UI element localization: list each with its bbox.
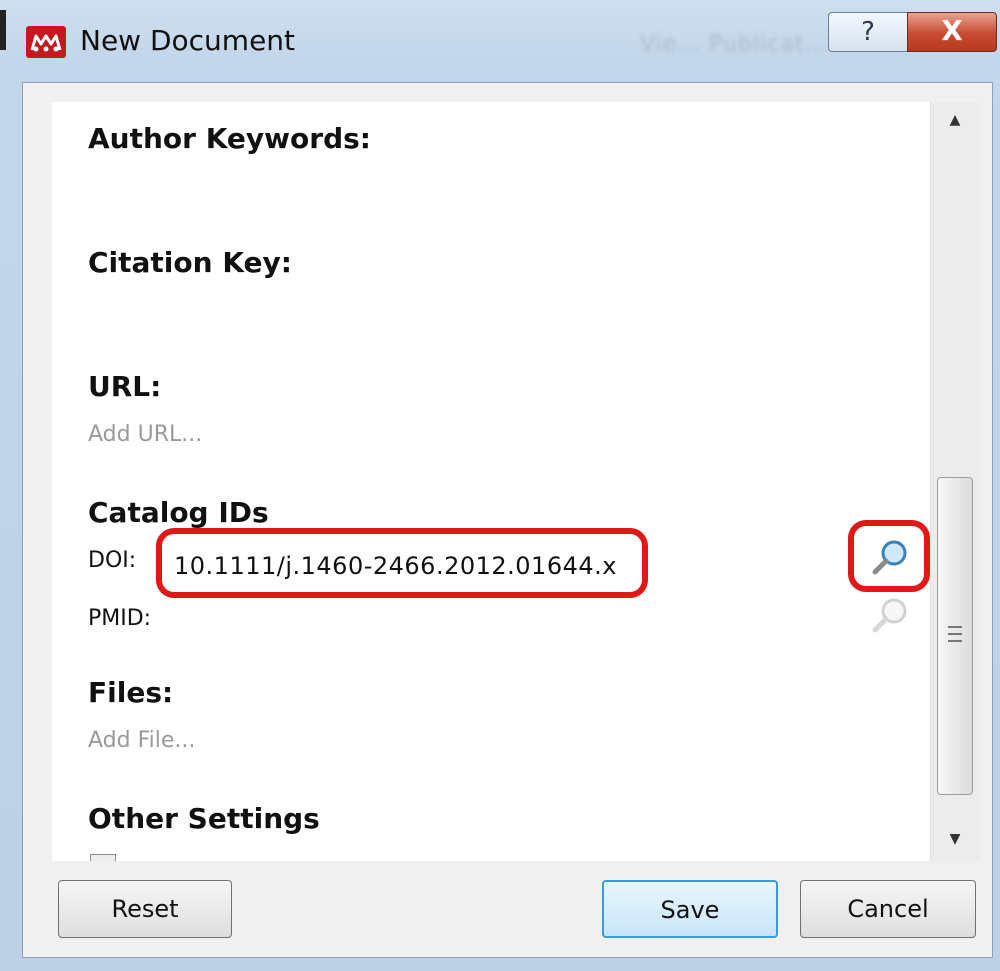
reset-button[interactable]: Reset	[58, 880, 232, 938]
cancel-button[interactable]: Cancel	[800, 880, 976, 938]
settings-checkbox[interactable]	[90, 854, 116, 861]
pmid-label: PMID:	[88, 606, 152, 631]
vertical-scrollbar[interactable]: ▲ ▼	[930, 102, 980, 861]
background-window-text: Vie... Publicat...	[640, 32, 829, 57]
grip-icon	[948, 626, 962, 642]
arrow-up-icon[interactable]: ▲	[943, 112, 967, 136]
window-title: New Document	[80, 24, 296, 57]
new-document-dialog: New Document Vie... Publicat... ? X Auth…	[0, 0, 1000, 971]
title-bar[interactable]: New Document Vie... Publicat... ? X	[0, 0, 1000, 82]
help-button[interactable]: ?	[828, 12, 908, 52]
url-heading: URL:	[88, 370, 162, 403]
doi-label: DOI:	[88, 548, 137, 573]
catalog-ids-heading: Catalog IDs	[88, 496, 269, 529]
magnifier-icon[interactable]	[870, 537, 910, 577]
save-button[interactable]: Save	[602, 880, 778, 938]
close-button[interactable]: X	[907, 12, 997, 52]
scrollbar-thumb[interactable]	[937, 477, 973, 795]
details-content: Author Keywords: Citation Key: URL: Add …	[52, 102, 930, 861]
document-details-panel[interactable]: Author Keywords: Citation Key: URL: Add …	[52, 102, 980, 861]
arrow-down-icon[interactable]: ▼	[943, 831, 967, 855]
files-heading: Files:	[88, 676, 174, 709]
citation-key-heading: Citation Key:	[88, 246, 292, 279]
add-file-field[interactable]: Add File...	[88, 728, 195, 753]
author-keywords-heading: Author Keywords:	[88, 122, 371, 155]
doi-input[interactable]: 10.1111/j.1460-2466.2012.01644.x	[174, 552, 617, 580]
mendeley-logo-icon	[26, 26, 66, 58]
other-settings-heading: Other Settings	[88, 802, 320, 835]
magnifier-icon[interactable]	[870, 595, 910, 635]
add-url-field[interactable]: Add URL...	[88, 422, 202, 447]
